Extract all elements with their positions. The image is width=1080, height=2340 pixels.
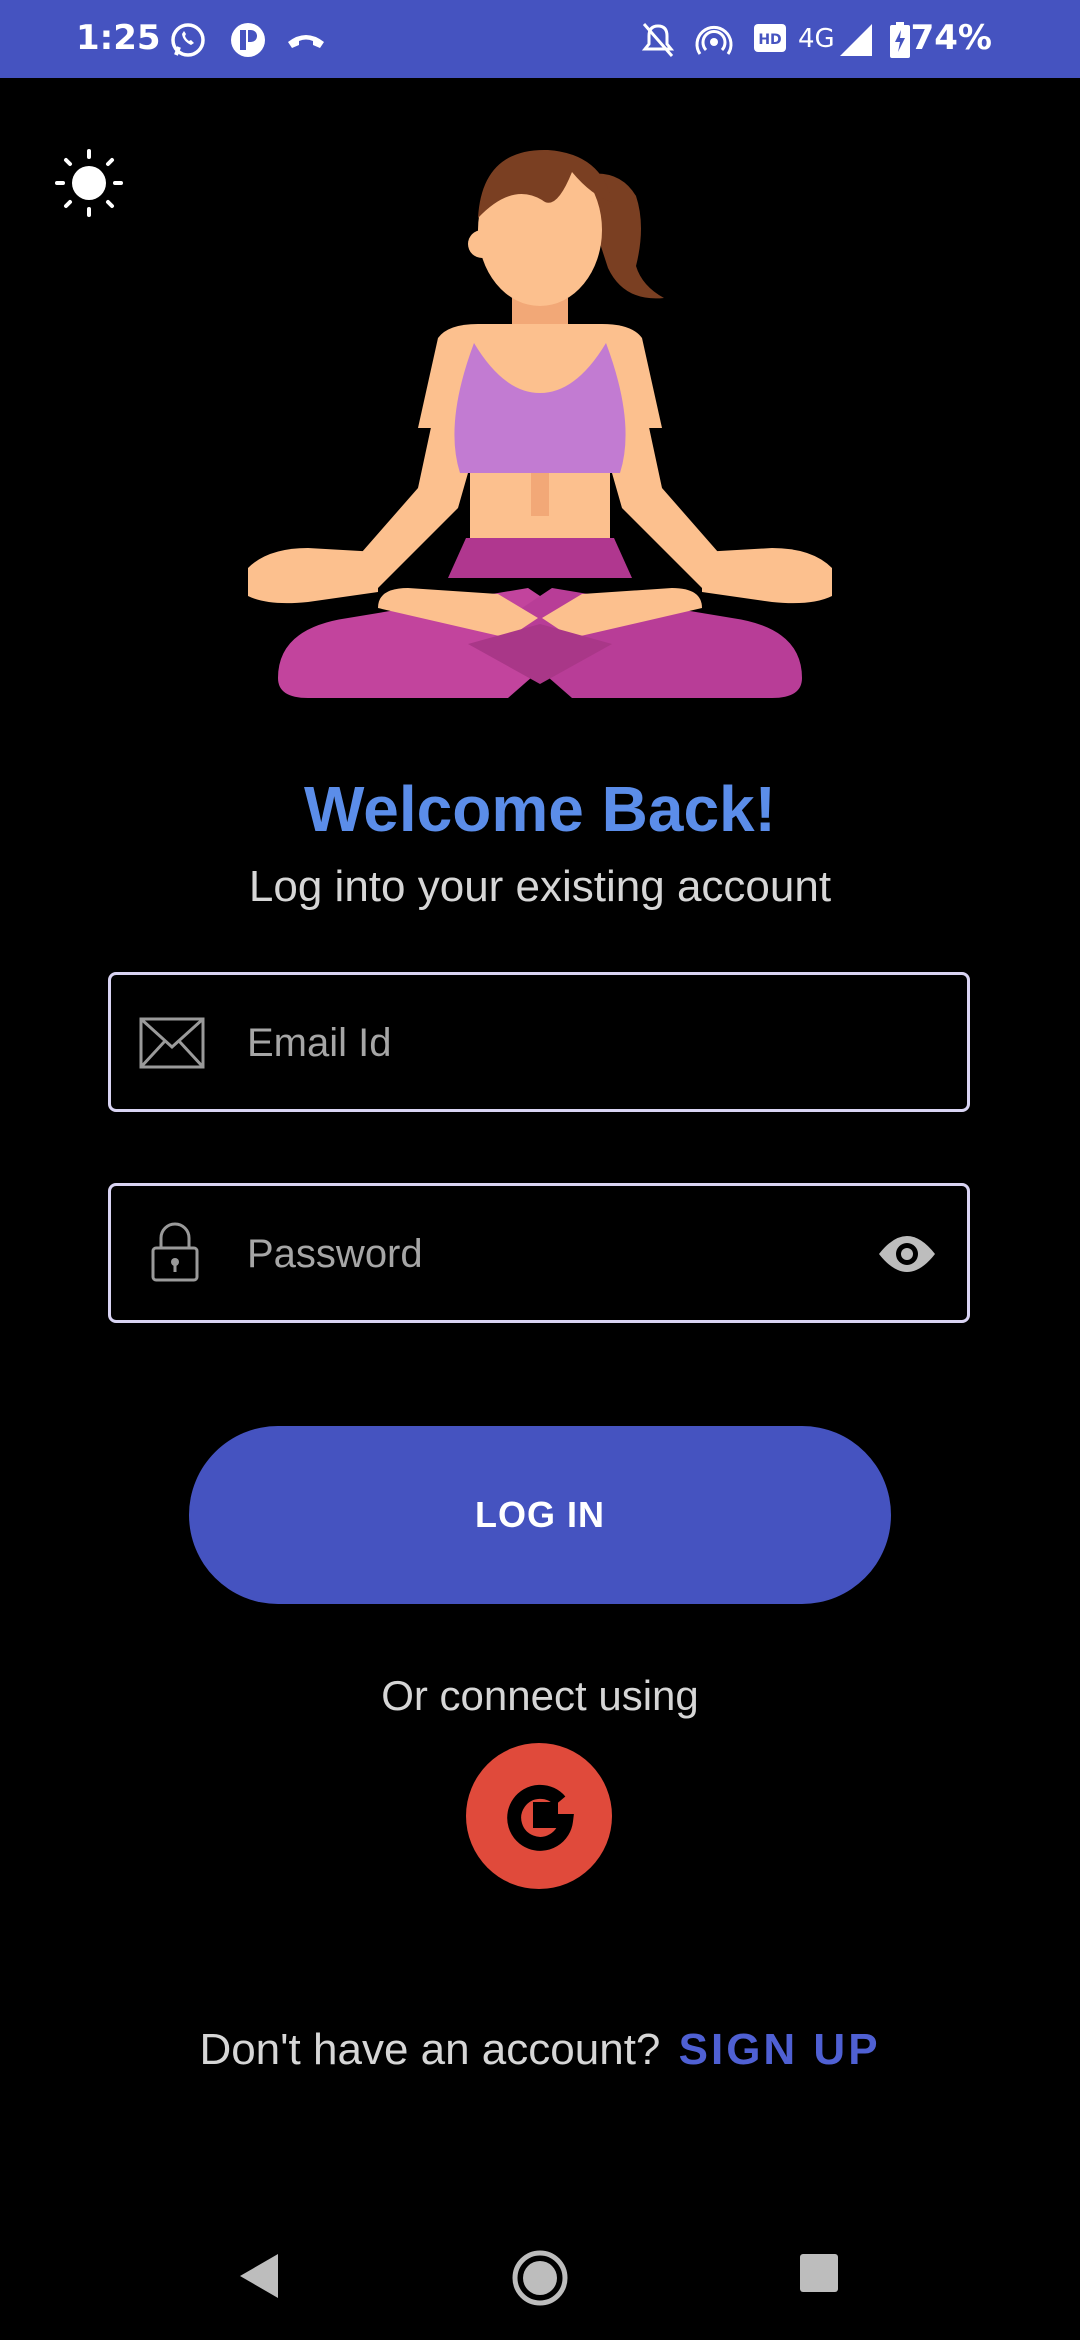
recents-icon[interactable]	[798, 2252, 840, 2294]
sun-icon[interactable]	[54, 148, 124, 218]
missed-call-icon	[288, 35, 324, 48]
signal-icon	[840, 24, 872, 56]
status-bar: 1:25 HD 4G 74%	[0, 0, 1080, 78]
svg-text:HD: HD	[758, 32, 781, 48]
email-field[interactable]	[108, 972, 970, 1112]
system-nav-bar	[0, 2220, 1080, 2340]
email-input[interactable]	[245, 975, 889, 1111]
home-icon[interactable]	[510, 2248, 570, 2308]
page-subtitle: Log into your existing account	[248, 862, 832, 911]
back-icon[interactable]	[236, 2250, 282, 2302]
google-signin-button[interactable]	[466, 1743, 612, 1889]
page-title: Welcome Back!	[304, 773, 776, 845]
status-time: 1:25	[76, 18, 161, 58]
eye-icon[interactable]	[877, 1232, 937, 1276]
network-type: 4G	[798, 24, 835, 54]
mute-icon	[641, 23, 675, 57]
lock-icon	[151, 1222, 199, 1282]
signup-row: Don't have an account? SIGN UP	[0, 2025, 1080, 2075]
whatsapp-icon	[171, 23, 205, 57]
mail-icon	[139, 1017, 205, 1069]
login-screen: 1:25 HD 4G 74% Welcome Back! Log into yo…	[0, 0, 1080, 2340]
yoga-woman-illustration	[248, 149, 832, 698]
login-button[interactable]: LOG IN	[189, 1426, 891, 1604]
battery-percent: 74%	[910, 18, 992, 58]
signup-link[interactable]: SIGN UP	[679, 2025, 881, 2074]
google-icon	[507, 1784, 574, 1851]
battery-icon	[890, 22, 910, 58]
connect-label: Or connect using	[381, 1672, 699, 1719]
app-icon	[231, 23, 265, 57]
hd-icon: HD	[754, 24, 786, 52]
signup-prompt: Don't have an account?	[199, 2025, 661, 2074]
hotspot-icon	[695, 25, 733, 55]
password-input[interactable]	[245, 1186, 889, 1322]
password-field[interactable]	[108, 1183, 970, 1323]
